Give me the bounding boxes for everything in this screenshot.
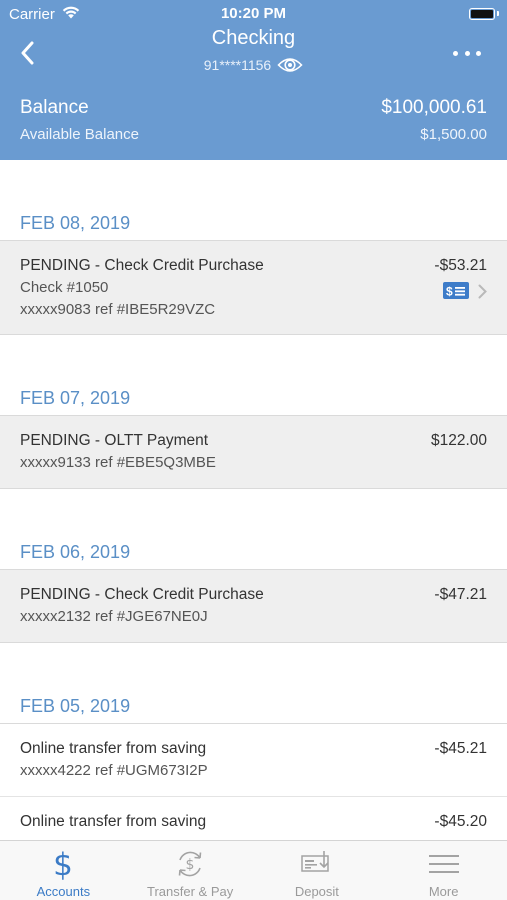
transaction-description: Online transfer from saving xyxy=(20,740,207,757)
tab-transfer-pay[interactable]: $ Transfer & Pay xyxy=(127,841,254,900)
account-number-row: 91****1156 xyxy=(0,56,507,74)
menu-icon xyxy=(380,847,507,881)
tab-deposit[interactable]: Deposit xyxy=(254,841,381,900)
balance-label: Balance xyxy=(20,97,89,118)
status-time: 10:20 PM xyxy=(220,5,287,22)
transaction-row[interactable]: PENDING - Check Credit Purchase xxxxx213… xyxy=(0,569,507,643)
svg-text:$: $ xyxy=(446,285,453,299)
page-title: Checking xyxy=(211,27,296,49)
svg-text:$: $ xyxy=(54,847,74,881)
tab-label: Deposit xyxy=(294,884,339,899)
transaction-description: PENDING - Check Credit Purchase xyxy=(20,257,264,274)
transaction-amount: -$45.21 xyxy=(434,740,487,757)
tab-label: Transfer & Pay xyxy=(147,884,234,899)
date-header: FEB 06, 2019 xyxy=(20,542,131,562)
tab-label: More xyxy=(428,884,459,899)
tab-accounts[interactable]: $ Accounts xyxy=(0,841,127,900)
svg-text:$: $ xyxy=(186,857,195,873)
tab-more[interactable]: More xyxy=(380,841,507,900)
battery-icon xyxy=(469,8,495,20)
transaction-row[interactable]: PENDING - Check Credit Purchase Check #1… xyxy=(0,240,507,335)
chevron-right-icon xyxy=(478,284,487,299)
more-options-button[interactable] xyxy=(453,44,481,62)
status-bar: Carrier 10:20 PM xyxy=(0,0,507,28)
date-header: FEB 07, 2019 xyxy=(20,388,131,408)
transaction-row[interactable]: Online transfer from saving xxxxx4222 re… xyxy=(0,723,507,797)
account-number: 91****1156 xyxy=(203,57,272,73)
transaction-amount: $122.00 xyxy=(430,432,487,449)
dot xyxy=(453,50,458,56)
transfer-icon: $ xyxy=(127,847,254,881)
dot xyxy=(476,50,481,56)
battery-tip xyxy=(497,11,499,16)
transaction-amount: -$45.20 xyxy=(434,813,487,830)
balance-value: $100,000.61 xyxy=(381,97,487,118)
transaction-reference: xxxxx9133 ref #EBE5Q3MBE xyxy=(20,454,216,471)
transaction-list[interactable]: FEB 08, 2019 PENDING - Check Credit Purc… xyxy=(0,160,507,840)
eye-icon[interactable] xyxy=(277,56,303,74)
deposit-check-icon xyxy=(254,847,381,881)
transaction-row[interactable]: Online transfer from saving -$45.20 xyxy=(0,797,507,840)
transaction-reference: xxxxx2132 ref #JGE67NE0J xyxy=(20,608,208,625)
date-header: FEB 08, 2019 xyxy=(20,213,131,233)
transaction-amount: -$47.21 xyxy=(434,586,487,603)
transaction-description: Online transfer from saving xyxy=(20,813,207,830)
transaction-amount: -$53.21 xyxy=(434,257,487,274)
tab-bar: $ Accounts $ Transfer & Pay Deposit More xyxy=(0,840,507,900)
account-header: Carrier 10:20 PM Checking 91****1156 Bal… xyxy=(0,0,507,160)
date-header: FEB 05, 2019 xyxy=(20,696,131,716)
transaction-reference: xxxxx4222 ref #UGM673I2P xyxy=(20,762,208,779)
dot xyxy=(464,50,470,56)
dollar-icon: $ xyxy=(0,847,127,881)
transaction-description: PENDING - Check Credit Purchase xyxy=(20,586,264,603)
available-balance-value: $1,500.00 xyxy=(420,126,487,143)
check-image-icon[interactable]: $ xyxy=(443,282,469,299)
available-balance-label: Available Balance xyxy=(20,126,139,143)
transaction-reference: xxxxx9083 ref #IBE5R29VZC xyxy=(20,301,216,318)
transaction-row[interactable]: PENDING - OLTT Payment xxxxx9133 ref #EB… xyxy=(0,415,507,489)
transaction-description: PENDING - OLTT Payment xyxy=(20,432,209,449)
check-number: Check #1050 xyxy=(20,279,109,296)
tab-label: Accounts xyxy=(36,884,91,899)
